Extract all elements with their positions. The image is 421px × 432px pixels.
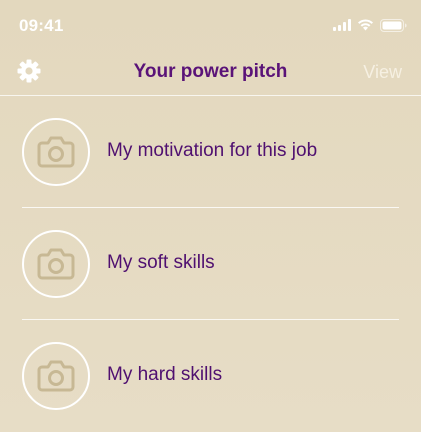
add-photo-button[interactable] [22,118,90,186]
view-button[interactable]: View [363,62,402,83]
battery-icon [380,18,407,32]
status-icons [333,18,407,32]
camera-icon [37,248,75,280]
wifi-icon [358,19,373,31]
camera-icon [37,360,75,392]
app-screen: 09:41 Your power pitch View My motivatio… [0,0,421,432]
list-item-motivation[interactable]: My motivation for this job [0,96,421,208]
page-title: Your power pitch [133,61,288,82]
add-photo-button[interactable] [22,342,90,410]
camera-icon [37,136,75,168]
list-item-label: My soft skills [107,252,215,273]
list-item-label: My motivation for this job [107,140,318,161]
add-photo-button[interactable] [22,230,90,298]
nav-bar: Your power pitch View [0,50,421,96]
status-time: 09:41 [19,16,64,35]
list-item-hard-skills[interactable]: My hard skills [0,320,421,432]
list-item-label: My hard skills [107,364,223,385]
status-bar: 09:41 [0,0,421,50]
list-item-soft-skills[interactable]: My soft skills [0,208,421,320]
pitch-list: My motivation for this job My soft skill… [0,96,421,432]
cellular-signal-icon [333,19,351,31]
